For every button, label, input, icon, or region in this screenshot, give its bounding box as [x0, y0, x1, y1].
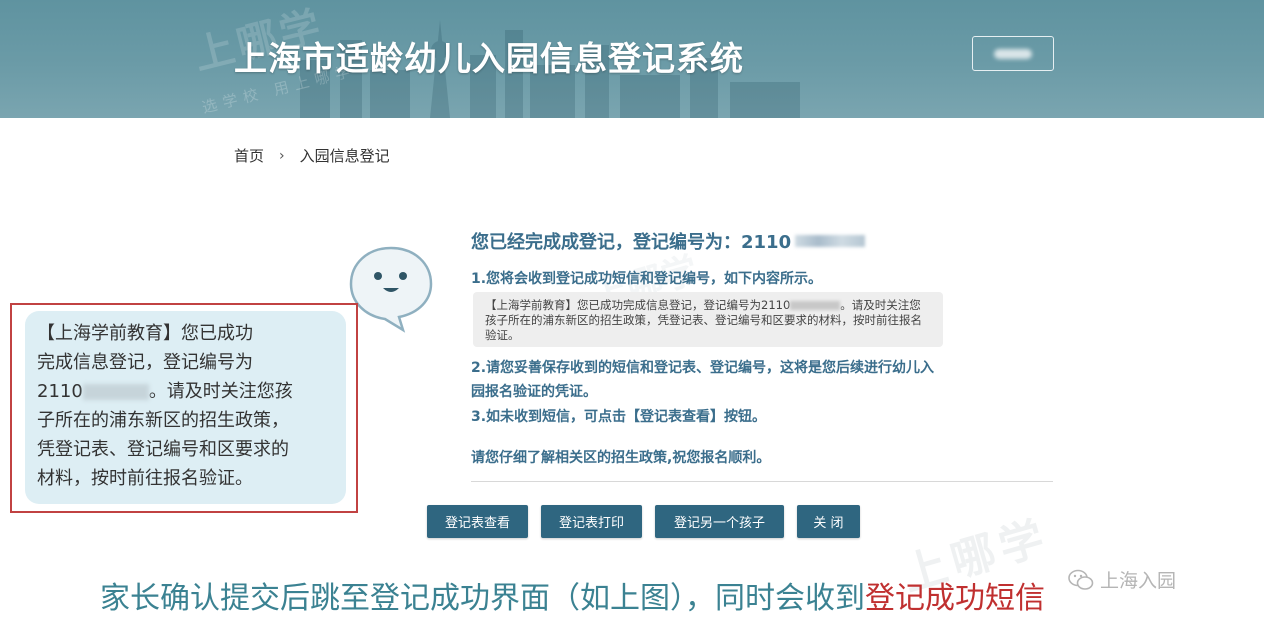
divider: [471, 481, 1053, 482]
success-heading: 您已经完成成登记，登记编号为：2110: [471, 228, 866, 254]
smiley-bubble-icon: [349, 246, 433, 333]
sms-callout: 【上海学前教育】您已成功 完成信息登记，登记编号为 2110 。请及时关注您孩 子…: [10, 303, 358, 513]
closing-wish: 请您仔细了解相关区的招生政策,祝您报名顺利。: [471, 450, 771, 466]
redacted-registration-number: [795, 235, 866, 247]
breadcrumb-home[interactable]: 首页: [234, 145, 264, 166]
user-account-button[interactable]: [972, 36, 1054, 71]
wechat-account: 上海入园: [1068, 566, 1176, 593]
breadcrumb-current: 入园信息登记: [299, 147, 390, 165]
close-button[interactable]: 关 闭: [797, 505, 860, 538]
sms-line: 2110 。请及时关注您孩: [37, 377, 332, 406]
wechat-account-name: 上海入园: [1100, 570, 1177, 592]
sms-preview: 【上海学前教育】您已成功完成信息登记，登记编号为2110 。请及时关注您孩子所在的…: [473, 292, 943, 347]
instruction-1: 1.您将会收到登记成功短信和登记编号，如下内容所示。: [471, 271, 823, 287]
caption-highlight: 登记成功短信: [865, 581, 1045, 616]
wechat-icon: [1068, 569, 1094, 590]
sms-line: 材料，按时前往报名验证。: [37, 468, 253, 489]
site-header: 上哪学 选学校 用上哪学 上海市适龄幼儿入园信息登记系统: [0, 0, 1264, 118]
redacted-number: [790, 301, 841, 310]
chevron-right-icon: ›: [279, 147, 285, 164]
sms-line: 凭登记表、登记编号和区要求的: [37, 439, 289, 460]
success-heading-text: 您已经完成成登记，登记编号为：2110: [471, 232, 792, 253]
caption-text: 家长确认提交后跳至登记成功界面（如上图），同时会收到: [100, 581, 865, 616]
view-registration-button[interactable]: 登记表查看: [427, 505, 528, 538]
page-title: 上海市适龄幼儿入园信息登记系统: [234, 39, 744, 78]
sms-text-prefix: 【上海学前教育】您已成功完成信息登记，登记编号为2110: [485, 298, 791, 312]
sms-line: 【上海学前教育】您已成功: [37, 323, 253, 344]
register-another-child-button[interactable]: 登记另一个孩子: [655, 505, 784, 538]
redacted-number: [82, 384, 149, 400]
sms-line: 完成信息登记，登记编号为: [37, 352, 253, 373]
caption: 家长确认提交后跳至登记成功界面（如上图），同时会收到登记成功短信: [100, 573, 1045, 617]
instruction-2: 2.请您妥善保存收到的短信和登记表、登记编号，这将是您后续进行幼儿入园报名验证的…: [471, 360, 935, 400]
instruction-3: 3.如未收到短信，可点击【登记表查看】按钮。: [471, 409, 767, 425]
print-registration-button[interactable]: 登记表打印: [541, 505, 642, 538]
sms-number-prefix: 2110: [37, 381, 83, 402]
sms-line-suffix: 。请及时关注您孩: [148, 381, 293, 402]
redacted-username: [994, 48, 1032, 59]
breadcrumb: 首页 › 入园信息登记: [234, 145, 390, 166]
sms-line: 子所在的浦东新区的招生政策，: [37, 410, 289, 431]
sms-message-bubble: 【上海学前教育】您已成功 完成信息登记，登记编号为 2110 。请及时关注您孩 子…: [25, 311, 346, 504]
